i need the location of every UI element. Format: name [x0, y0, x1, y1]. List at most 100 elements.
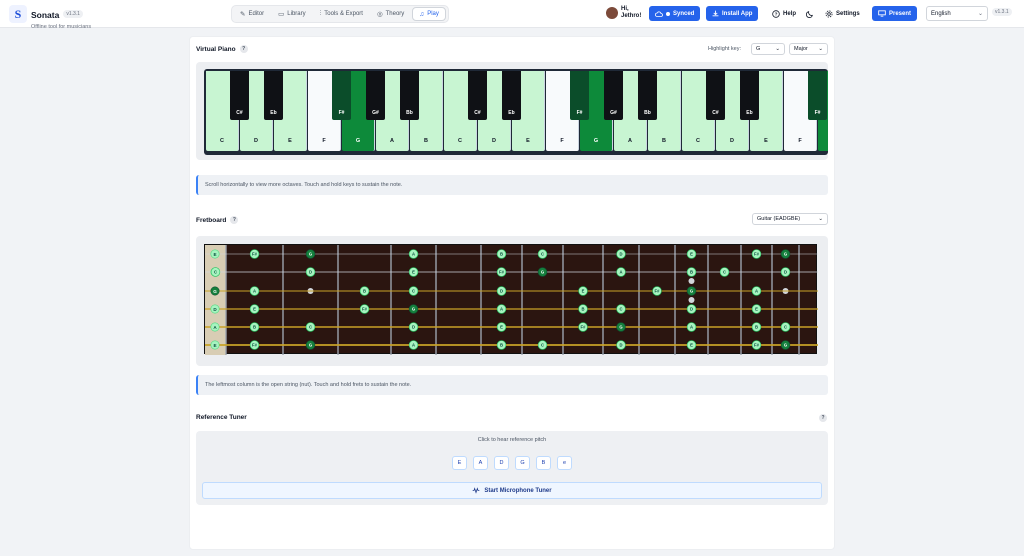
fret-note-label: G: [309, 252, 312, 257]
piano-black-key[interactable]: Bb: [400, 71, 419, 120]
fret-note-label: F#: [581, 325, 587, 330]
virtual-piano-title: Virtual Piano ?: [196, 45, 248, 53]
fret-note-label: E: [582, 289, 585, 294]
install-app-button[interactable]: Install App: [706, 6, 759, 21]
fretboard[interactable]: E B G D A E F# G A B C D E F# G C D E F# G A B C D A B C D E F# G A E F# G…: [204, 244, 818, 355]
fret-note-label: C: [412, 289, 415, 294]
piano-black-key[interactable]: C#: [468, 71, 487, 120]
music-note-icon: ♫: [419, 10, 425, 18]
tab-label: Play: [427, 11, 439, 17]
tab-editor[interactable]: ✎ Editor: [234, 7, 270, 21]
monitor-icon: [878, 10, 886, 17]
nut-column: [205, 245, 226, 355]
piano-key-label: C: [220, 138, 224, 144]
fret-note-label: A: [500, 307, 503, 312]
piano-black-key[interactable]: F#: [332, 71, 351, 120]
piano-black-key[interactable]: F#: [808, 71, 827, 120]
fretboard-help-icon[interactable]: ?: [230, 216, 239, 224]
mic-label: Start Microphone Tuner: [484, 487, 552, 494]
fret-note-label: B: [500, 252, 503, 257]
tab-play[interactable]: ♫ Play: [412, 7, 446, 21]
open-string-label: G: [213, 289, 217, 294]
tab-label: Theory: [385, 11, 405, 17]
piano-key-label: G: [593, 138, 599, 144]
pitch-button-g[interactable]: G: [515, 456, 530, 470]
piano-key-label: G#: [610, 110, 617, 116]
tab-library[interactable]: ▭ Library: [272, 7, 312, 21]
piano-black-key[interactable]: F#: [570, 71, 589, 120]
piano-key-label: F: [560, 138, 564, 144]
piano-black-key[interactable]: C#: [706, 71, 725, 120]
piano-black-key[interactable]: Eb: [502, 71, 521, 120]
help-button[interactable]: ? Help: [772, 6, 796, 21]
present-button[interactable]: Present: [872, 6, 918, 21]
fret-note-label: E: [690, 252, 693, 257]
synced-button[interactable]: Synced: [649, 6, 701, 21]
piano-key-label: F: [798, 138, 802, 144]
gear-icon: [825, 10, 833, 17]
pitch-button-d[interactable]: D: [494, 456, 509, 470]
theme-toggle[interactable]: [806, 6, 814, 21]
tab-tools-export[interactable]: ⫶ Tools & Export: [314, 7, 369, 21]
instrument-select[interactable]: Guitar (EADGBE) ⌄: [752, 213, 828, 225]
start-microphone-tuner-button[interactable]: Start Microphone Tuner: [202, 482, 822, 499]
pitch-button-a[interactable]: A: [473, 456, 488, 470]
inlay-dot: [688, 278, 695, 284]
pitch-buttons: E A D G B e: [196, 456, 828, 470]
help-label: Help: [783, 10, 797, 17]
cloud-icon: [655, 10, 663, 17]
key-value: G: [756, 46, 761, 52]
fret-note-label: B: [500, 343, 503, 348]
sliders-icon: ⫶: [319, 10, 322, 17]
avatar[interactable]: [606, 7, 618, 19]
fret-note-label: A: [412, 343, 415, 348]
chevron-down-icon: ⌄: [775, 46, 780, 52]
fret-note-label: D: [619, 252, 622, 257]
fret-note-label: G: [619, 325, 622, 330]
fret-note-label: C: [723, 270, 726, 275]
moon-icon: [806, 10, 813, 18]
scale-select[interactable]: Major ⌄: [789, 43, 828, 55]
piano-black-key[interactable]: Eb: [740, 71, 759, 120]
piano-black-key[interactable]: Bb: [638, 71, 657, 120]
piano-key-label: E: [526, 138, 530, 144]
user-greeting: Hi, Jethro!: [621, 6, 641, 20]
open-string-label: E: [213, 252, 216, 257]
greeting-line: Hi,: [621, 6, 629, 12]
tuner-help-icon[interactable]: ?: [819, 414, 827, 422]
fret-note-label: A: [253, 289, 256, 294]
fret-note-label: C: [214, 270, 217, 275]
piano-key-label: Bb: [406, 110, 413, 116]
fret-note-label: A: [755, 289, 758, 294]
fret-note-label: E: [690, 343, 693, 348]
pitch-button-e-high[interactable]: e: [557, 456, 572, 470]
fret-note-label: C: [541, 343, 544, 348]
piano-black-key[interactable]: Eb: [264, 71, 283, 120]
fretboard-title: Fretboard ?: [196, 216, 239, 224]
fret-note-label: E: [500, 325, 503, 330]
piano-key-label: F: [322, 138, 326, 144]
tab-label: Library: [287, 11, 306, 17]
piano-key-label: F#: [576, 110, 583, 116]
fret-note-label: C: [541, 252, 544, 257]
settings-button[interactable]: Settings: [825, 6, 860, 21]
piano-black-key[interactable]: C#: [230, 71, 249, 120]
app-logo[interactable]: S: [9, 5, 27, 23]
inlay-dot: [688, 297, 695, 303]
language-select[interactable]: English ⌄: [926, 6, 988, 21]
instrument-value: Guitar (EADGBE): [757, 216, 801, 222]
fret-note-label: A: [690, 325, 693, 330]
piano-black-key[interactable]: G#: [366, 71, 385, 120]
fret-note-label: E: [253, 307, 256, 312]
fret-note-label: B: [363, 289, 366, 294]
piano-scroll-area[interactable]: CDEFGABCDEFGABCDEFGC#EbF#G#BbC#EbF#G#BbC…: [196, 62, 828, 160]
piano-key-label: Eb: [746, 110, 753, 116]
piano-help-icon[interactable]: ?: [239, 45, 248, 53]
fretboard-area: E B G D A E F# G A B C D E F# G C D E F# G A B C D A B C D E F# G A E F# G…: [196, 236, 828, 366]
highlight-key-select[interactable]: G ⌄: [751, 43, 785, 55]
tab-theory[interactable]: ◎ Theory: [371, 7, 410, 21]
pitch-button-e-low[interactable]: E: [452, 456, 467, 470]
pitch-button-b[interactable]: B: [536, 456, 551, 470]
language-value: English: [931, 10, 951, 17]
piano-black-key[interactable]: G#: [604, 71, 623, 120]
